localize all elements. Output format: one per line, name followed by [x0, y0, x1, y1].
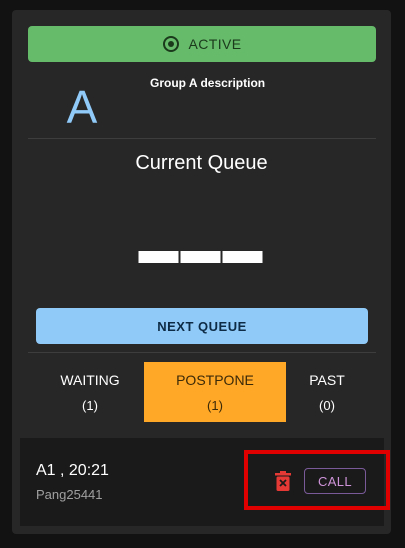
current-queue-number: ▬▬▬	[138, 228, 265, 272]
next-queue-button[interactable]: NEXT QUEUE	[36, 308, 368, 344]
group-letter: A	[66, 81, 98, 133]
status-badge[interactable]: ACTIVE	[28, 26, 376, 62]
tab-waiting[interactable]: WAITING (1)	[42, 362, 138, 422]
tab-count: (1)	[82, 397, 98, 413]
group-description: Group A description	[150, 76, 266, 90]
tab-count: (1)	[207, 397, 223, 413]
tab-label: POSTPONE	[176, 371, 254, 388]
tab-label: PAST	[309, 371, 345, 388]
divider	[28, 138, 376, 139]
status-label: ACTIVE	[188, 36, 242, 52]
tab-label: WAITING	[60, 371, 120, 388]
queue-entry-subtitle: Pang25441	[36, 487, 103, 502]
radio-checked-icon	[162, 36, 179, 52]
tab-postpone[interactable]: POSTPONE (1)	[144, 362, 286, 422]
tab-count: (0)	[319, 397, 335, 413]
divider	[28, 352, 376, 353]
queue-entry-title: A1 , 20:21	[36, 462, 109, 479]
queue-title: Current Queue	[135, 152, 268, 174]
highlight-box	[244, 450, 390, 510]
tab-past[interactable]: PAST (0)	[284, 362, 370, 422]
